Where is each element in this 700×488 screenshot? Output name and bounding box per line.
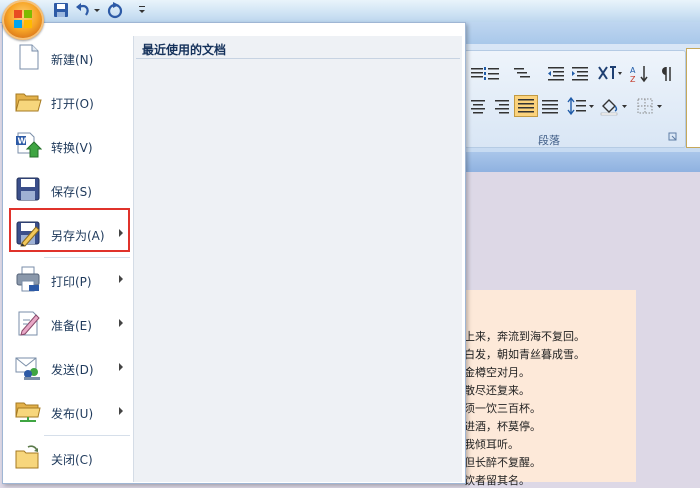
document-line: 饮者留其名。 <box>464 474 530 487</box>
menu-item-label: 新建(N) <box>51 53 94 67</box>
menu-item-label: 保存(S) <box>51 185 92 199</box>
office-logo-icon <box>14 10 32 28</box>
distributed-icon[interactable] <box>540 97 560 115</box>
menu-separator <box>44 257 130 258</box>
menu-item-convert[interactable]: W 转换(V) <box>7 125 131 167</box>
print-icon <box>16 266 40 292</box>
numbering-icon[interactable] <box>482 64 502 82</box>
recent-documents-divider <box>136 58 460 59</box>
highlight-box <box>9 208 130 252</box>
undo-icon[interactable] <box>74 1 92 19</box>
document-line: 散尽还复来。 <box>464 384 530 397</box>
increase-indent-icon[interactable] <box>570 64 590 82</box>
office-button[interactable] <box>2 0 44 40</box>
justify-icon[interactable] <box>514 95 538 117</box>
save-icon[interactable] <box>52 1 70 19</box>
redo-icon[interactable] <box>104 1 126 19</box>
menu-item-label: 打开(O) <box>51 97 94 111</box>
menu-item-label: 关闭(C) <box>51 453 93 467</box>
menu-item-save[interactable]: 保存(S) <box>7 169 131 211</box>
publish-icon <box>15 402 41 422</box>
send-icon <box>15 357 40 380</box>
close-folder-icon <box>15 445 39 469</box>
svg-text:Z: Z <box>630 75 636 84</box>
document-line: 金樽空对月。 <box>464 366 530 379</box>
document-line: 白发，朝如青丝暮成雪。 <box>464 348 585 361</box>
prepare-icon <box>18 311 40 336</box>
recent-documents-title: 最近使用的文档 <box>142 43 227 57</box>
ruler-bar <box>464 152 700 172</box>
submenu-arrow-icon <box>119 319 123 327</box>
ribbon-tab-strip <box>464 22 700 44</box>
menu-item-send[interactable]: 发送(D) <box>7 347 131 389</box>
undo-dropdown-icon[interactable] <box>93 1 101 19</box>
menu-item-open[interactable]: 打开(O) <box>7 81 131 123</box>
align-center-icon[interactable] <box>468 97 488 115</box>
document-line: 须一饮三百杯。 <box>464 402 541 415</box>
chinese-layout-icon[interactable] <box>596 62 624 84</box>
borders-icon[interactable] <box>634 95 666 117</box>
submenu-arrow-icon <box>119 407 123 415</box>
submenu-arrow-icon <box>119 275 123 283</box>
customize-toolbar-icon[interactable] <box>137 1 147 19</box>
svg-text:A: A <box>630 66 636 75</box>
save-icon <box>16 177 40 201</box>
menu-item-print[interactable]: 打印(P) <box>7 259 131 301</box>
document-line: 我倾耳听。 <box>464 438 519 451</box>
open-folder-icon <box>15 93 42 112</box>
multilevel-list-icon[interactable] <box>512 64 532 82</box>
menu-item-label: 转换(V) <box>51 141 93 155</box>
decrease-indent-icon[interactable] <box>546 64 566 82</box>
submenu-arrow-icon <box>119 363 123 371</box>
dialog-launcher-icon[interactable] <box>668 132 678 142</box>
menu-item-label: 发布(U) <box>51 407 94 421</box>
sort-icon[interactable]: A Z <box>628 63 652 85</box>
menu-item-prepare[interactable]: 准备(E) <box>7 303 131 345</box>
document-line: 上来，奔流到海不复回。 <box>464 330 585 343</box>
svg-text:W: W <box>18 137 27 146</box>
styles-gallery[interactable] <box>686 48 700 148</box>
menu-item-label: 发送(D) <box>51 363 94 377</box>
menu-item-label: 打印(P) <box>51 275 92 289</box>
recent-documents-panel <box>133 36 462 482</box>
show-formatting-marks-icon[interactable] <box>656 63 680 85</box>
align-right-icon[interactable] <box>492 97 512 115</box>
menu-separator <box>44 435 130 436</box>
menu-item-new[interactable]: 新建(N) <box>7 37 131 79</box>
line-spacing-icon[interactable] <box>566 95 596 117</box>
menu-item-close[interactable]: 关闭(C) <box>7 437 131 479</box>
document-line: 但长醉不复醒。 <box>464 456 541 469</box>
shading-icon[interactable] <box>598 95 630 117</box>
new-document-icon <box>19 44 39 70</box>
document-line: 进酒，杯莫停。 <box>464 420 541 433</box>
convert-icon: W <box>16 132 42 158</box>
paragraph-group-label: 段落 <box>538 134 560 147</box>
menu-item-label: 准备(E) <box>51 319 92 333</box>
menu-item-publish[interactable]: 发布(U) <box>7 391 131 433</box>
